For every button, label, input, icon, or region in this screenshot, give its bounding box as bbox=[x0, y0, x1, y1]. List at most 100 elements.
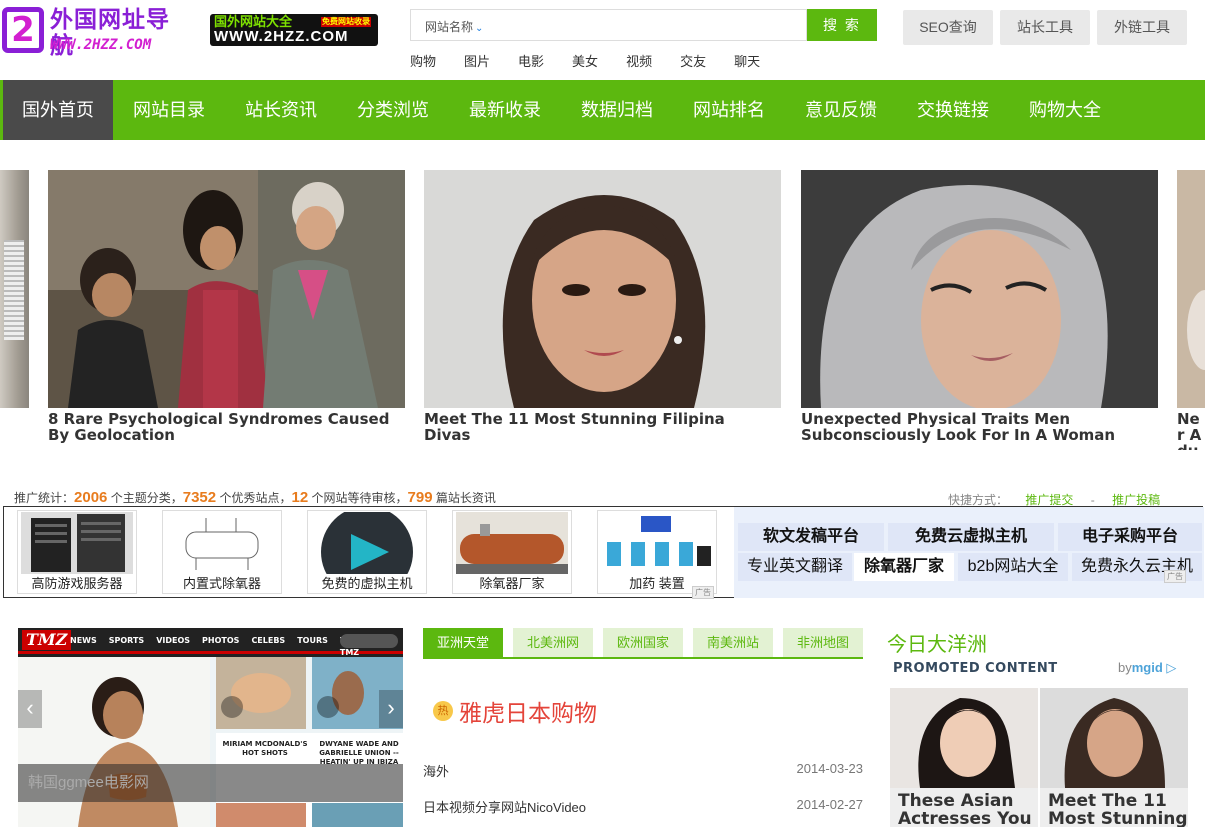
card-caption[interactable]: 8 Rare Psychological Syndromes Caused By… bbox=[48, 411, 393, 443]
stats-line: 推广统计：2006 个主题分类，7352 个优秀站点，12 个网站等待审核，79… bbox=[14, 489, 496, 506]
text-ad[interactable]: 电子采购平台 bbox=[1058, 523, 1202, 551]
promoted-card-caption: Meet The 11 Most Stunning bbox=[1048, 791, 1188, 827]
nav-item-categories[interactable]: 分类浏览 bbox=[337, 80, 449, 140]
promoted-card[interactable]: Meet The 11 Most Stunning bbox=[1040, 688, 1188, 827]
tmz-nav-item: TOURS bbox=[297, 636, 328, 645]
mgid-logo[interactable]: bymgid ▷ bbox=[1118, 660, 1176, 676]
image-ad-label: 除氧器厂家 bbox=[479, 576, 545, 591]
dosing-device-image bbox=[601, 512, 713, 574]
tmz-logo: TMZ bbox=[22, 630, 72, 650]
shortcut-contribute-link[interactable]: 推广投稿 bbox=[1112, 493, 1160, 507]
seo-tool-button[interactable]: SEO查询 bbox=[903, 10, 993, 45]
slider-next-button[interactable]: › bbox=[379, 690, 403, 728]
card-image bbox=[1177, 170, 1205, 408]
text-ad[interactable]: 免费云虚拟主机 bbox=[888, 523, 1054, 551]
quick-link[interactable]: 电影 bbox=[518, 51, 544, 70]
backlink-tool-button[interactable]: 外链工具 bbox=[1097, 10, 1187, 45]
stats-sites: 7352 bbox=[182, 489, 217, 506]
nav-item-latest[interactable]: 最新收录 bbox=[449, 80, 561, 140]
nav-item-news[interactable]: 站长资讯 bbox=[225, 80, 337, 140]
image-slider: TMZ NEWS SPORTS VIDEOS PHOTOS CELEBS TOU… bbox=[18, 628, 403, 827]
quick-link[interactable]: 图片 bbox=[464, 51, 490, 70]
featured-card[interactable]: 8 Rare Psychological Syndromes Caused By… bbox=[48, 170, 405, 443]
site-header: 2 外国网址导航 WWW.2HZZ.COM 国外网站大全 免费网站收录 WWW.… bbox=[0, 0, 1205, 80]
quick-link[interactable]: 美女 bbox=[572, 51, 598, 70]
nav-item-shopping[interactable]: 购物大全 bbox=[1009, 80, 1121, 140]
image-ad[interactable]: 免费的虚拟主机 bbox=[307, 510, 427, 594]
tab-asia[interactable]: 亚洲天堂 bbox=[423, 628, 503, 657]
stats-prefix: 推广统计： bbox=[14, 491, 75, 505]
mgid-prefix: by bbox=[1118, 660, 1132, 675]
slider-caption[interactable]: 韩国ggmee电影网 bbox=[18, 764, 403, 802]
hot-title: 雅虎日本购物 bbox=[459, 700, 597, 726]
quick-link[interactable]: 聊天 bbox=[734, 51, 760, 70]
webmaster-tool-button[interactable]: 站长工具 bbox=[1000, 10, 1090, 45]
image-ad-label: 免费的虚拟主机 bbox=[321, 576, 413, 591]
nav-item-home[interactable]: 国外首页 bbox=[3, 80, 113, 140]
image-ad[interactable]: 加药 装置 bbox=[597, 510, 717, 594]
chevron-down-icon: ⌄ bbox=[475, 23, 484, 34]
main-nav: 国外首页 网站目录 站长资讯 分类浏览 最新收录 数据归档 网站排名 意见反馈 … bbox=[0, 80, 1205, 140]
text-ad[interactable]: b2b网站大全 bbox=[958, 553, 1068, 581]
promoted-card-caption: These Asian Actresses You bbox=[898, 791, 1032, 827]
logo-domain: WWW.2HZZ.COM bbox=[50, 37, 152, 53]
text-ad[interactable]: 除氧器厂家 bbox=[854, 553, 954, 581]
featured-card[interactable]: Ner Adu bbox=[1177, 170, 1205, 450]
quick-link[interactable]: 视频 bbox=[626, 51, 652, 70]
site-logo[interactable]: 2 外国网址导航 WWW.2HZZ.COM bbox=[2, 5, 192, 59]
search-box: 网站名称 ⌄ bbox=[410, 9, 807, 41]
slider-prev-button[interactable]: ‹ bbox=[18, 690, 42, 728]
region-tabs: 亚洲天堂 北美洲网 欧洲国家 南美洲站 非洲地图 bbox=[423, 628, 863, 659]
secondary-logo[interactable]: 国外网站大全 免费网站收录 WWW.2HZZ.COM bbox=[210, 14, 378, 46]
hot-item[interactable]: 热 雅虎日本购物 bbox=[433, 694, 597, 728]
shortcut-separator: - bbox=[1090, 493, 1095, 507]
tank-image bbox=[456, 512, 568, 574]
mgid-brand: mgid bbox=[1131, 660, 1163, 675]
nav-item-links[interactable]: 交换链接 bbox=[897, 80, 1009, 140]
image-ad-label: 高防游戏服务器 bbox=[31, 576, 123, 591]
nav-item-ranking[interactable]: 网站排名 bbox=[673, 80, 785, 140]
card-caption[interactable]: Meet The 11 Most Stunning Filipina Divas bbox=[424, 411, 769, 443]
search-input[interactable] bbox=[495, 13, 795, 37]
shortcuts-label: 快捷方式： bbox=[948, 493, 1009, 507]
stats-pending: 12 bbox=[291, 489, 309, 506]
search-category-select[interactable]: 网站名称 ⌄ bbox=[425, 18, 483, 35]
quick-link[interactable]: 购物 bbox=[410, 51, 436, 70]
list-item-date: 2014-02-27 bbox=[796, 797, 864, 812]
image-ad[interactable]: 高防游戏服务器 bbox=[17, 510, 137, 594]
partial-card-image[interactable] bbox=[0, 170, 29, 408]
list-item-title: 海外 bbox=[423, 764, 450, 779]
ad-banner: 高防游戏服务器 内置式除氧器 免费的虚拟主机 除氧器厂家 加药 装置 广告 软文… bbox=[3, 506, 1204, 599]
card-image bbox=[801, 170, 1158, 408]
promoted-card[interactable]: These Asian Actresses You bbox=[890, 688, 1038, 827]
image-ad[interactable]: 内置式除氧器 bbox=[162, 510, 282, 594]
card-image bbox=[424, 170, 781, 408]
tab-europe[interactable]: 欧洲国家 bbox=[603, 628, 683, 657]
tab-north-america[interactable]: 北美洲网 bbox=[513, 628, 593, 657]
text-ad[interactable]: 软文发稿平台 bbox=[738, 523, 884, 551]
text-ad[interactable]: 专业英文翻译 bbox=[738, 553, 852, 581]
image-ad[interactable]: 除氧器厂家 bbox=[452, 510, 572, 594]
quick-link[interactable]: 交友 bbox=[680, 51, 706, 70]
featured-card[interactable]: Unexpected Physical Traits Men Subconsci… bbox=[801, 170, 1158, 443]
ad-marker[interactable]: 广告 bbox=[1164, 570, 1186, 583]
nav-item-archive[interactable]: 数据归档 bbox=[561, 80, 673, 140]
list-item[interactable]: 日本视频分享网站NicoVideo 2014-02-27 bbox=[423, 797, 863, 816]
card-caption[interactable]: Ner Adu bbox=[1177, 411, 1205, 450]
nav-item-directory[interactable]: 网站目录 bbox=[113, 80, 225, 140]
tab-south-america[interactable]: 南美洲站 bbox=[693, 628, 773, 657]
nav-item-feedback[interactable]: 意见反馈 bbox=[785, 80, 897, 140]
shortcut-submit-link[interactable]: 推广提交 bbox=[1025, 493, 1073, 507]
stats-categories: 2006 bbox=[74, 489, 108, 506]
search-button[interactable]: 搜 索 bbox=[807, 9, 877, 41]
featured-carousel: 8 Rare Psychological Syndromes Caused By… bbox=[0, 170, 1205, 450]
deaerator-drawing-image bbox=[166, 512, 278, 574]
tmz-bar: TMZ NEWS SPORTS VIDEOS PHOTOS CELEBS TOU… bbox=[18, 628, 403, 657]
thumb-caption: MIRIAM MCDONALD'S HOT SHOTS bbox=[222, 740, 308, 757]
featured-card[interactable]: Meet The 11 Most Stunning Filipina Divas bbox=[424, 170, 781, 443]
tab-africa[interactable]: 非洲地图 bbox=[783, 628, 863, 657]
card-caption[interactable]: Unexpected Physical Traits Men Subconsci… bbox=[801, 411, 1146, 443]
list-item[interactable]: 海外 2014-03-23 bbox=[423, 761, 863, 780]
ad-marker[interactable]: 广告 bbox=[692, 586, 714, 599]
tmz-nav-item: VIDEOS bbox=[156, 636, 191, 645]
